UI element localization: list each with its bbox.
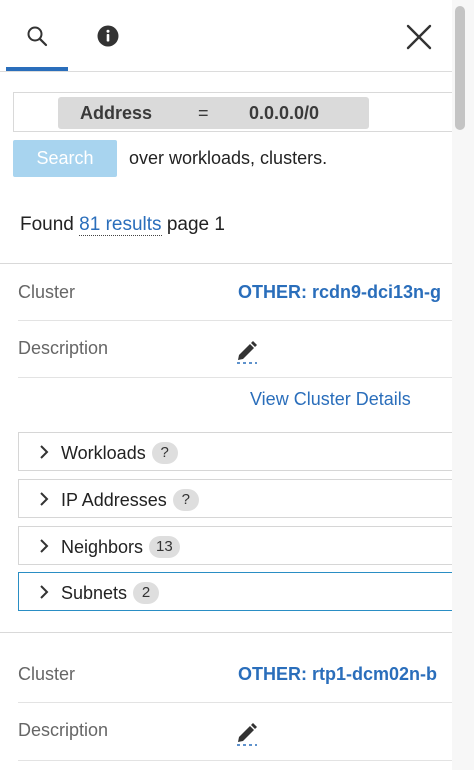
tab-info[interactable] xyxy=(77,0,139,72)
cluster-label: Cluster xyxy=(18,282,76,302)
section-subnets[interactable]: Subnets 2 xyxy=(18,572,452,611)
results-summary: Found 81 results page 1 xyxy=(20,214,225,236)
row-divider xyxy=(18,702,452,703)
row-divider xyxy=(18,320,452,321)
section-workloads[interactable]: Workloads? xyxy=(18,432,452,471)
results-count-link[interactable]: 81 results xyxy=(79,214,162,236)
search-hint: over workloads, clusters. xyxy=(129,148,328,168)
filter-field: Address xyxy=(80,103,153,123)
row-divider xyxy=(18,760,452,761)
count-badge: 2 xyxy=(133,582,160,604)
filter-operator: = xyxy=(198,103,209,123)
section-label: IP Addresses xyxy=(61,490,167,510)
close-button[interactable] xyxy=(400,18,438,56)
section-label: Neighbors xyxy=(61,537,144,557)
count-badge: ? xyxy=(172,489,199,511)
section-ip-addresses[interactable]: IP Addresses? xyxy=(18,479,452,518)
tab-search[interactable] xyxy=(6,0,68,72)
chevron-right-icon xyxy=(40,492,49,506)
description-label: Description xyxy=(18,338,109,358)
results-prefix: Found xyxy=(20,214,74,235)
count-badge: ? xyxy=(151,442,178,464)
chevron-right-icon xyxy=(40,585,49,599)
description-label: Description xyxy=(18,720,109,740)
search-icon xyxy=(27,26,48,47)
card-divider xyxy=(0,632,452,633)
section-neighbors[interactable]: Neighbors 13 xyxy=(18,526,452,565)
pencil-icon[interactable] xyxy=(236,338,258,364)
card-divider xyxy=(0,263,452,264)
filter-chip[interactable]: Address = 0.0.0.0/0 xyxy=(58,97,369,129)
pencil-icon[interactable] xyxy=(236,720,258,746)
active-tab-indicator xyxy=(6,67,68,71)
close-icon xyxy=(406,24,432,50)
view-cluster-details-link[interactable]: View Cluster Details xyxy=(250,389,411,410)
search-query-input[interactable]: Address = 0.0.0.0/0 xyxy=(13,92,452,132)
info-icon xyxy=(97,25,119,47)
search-button[interactable]: Search xyxy=(13,140,117,177)
cluster-label: Cluster xyxy=(18,664,76,684)
count-badge: 13 xyxy=(149,536,180,558)
tab-bar xyxy=(0,0,452,72)
chevron-right-icon xyxy=(40,539,49,553)
scrollbar-thumb[interactable] xyxy=(455,6,465,130)
results-page: page 1 xyxy=(166,214,225,235)
filter-value: 0.0.0.0/0 xyxy=(249,103,320,123)
chevron-right-icon xyxy=(40,445,49,459)
cluster-name-link[interactable]: OTHER: rtp1-dcm02n-b xyxy=(238,664,452,685)
row-divider xyxy=(18,377,452,378)
section-label: Workloads xyxy=(61,443,146,463)
section-label: Subnets xyxy=(61,583,128,603)
cluster-name-link[interactable]: OTHER: rcdn9-dci13n-g xyxy=(238,282,452,303)
